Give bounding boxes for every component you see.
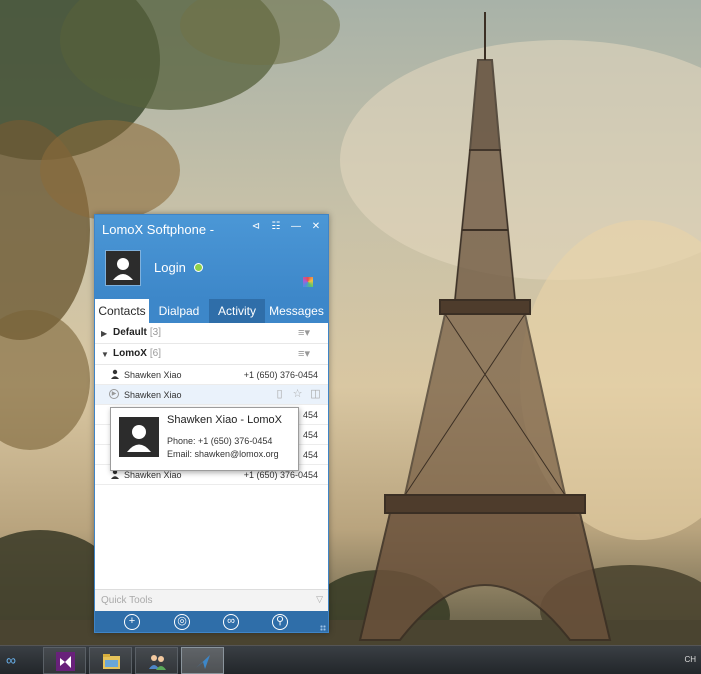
quick-tools-label: Quick Tools [101,595,153,606]
bottom-toolbar: + ◎ ∞ ⚲ [95,611,328,632]
group-label: LomoX [6] [113,348,162,359]
start-button-icon[interactable]: ∞ [6,652,28,668]
group-menu-icon[interactable]: ≡▾ [298,326,310,339]
main-tabs: Contacts Dialpad Activity Messages [95,299,328,323]
close-icon[interactable]: ✕ [308,219,324,235]
window-header: LomoX Softphone - ⊲ ☷ — ✕ Login [95,215,328,299]
taskbar-visual-studio[interactable] [43,647,86,674]
lomox-icon [196,655,210,669]
card-avatar [119,417,159,457]
contact-name: Shawken Xiao [124,470,182,480]
layout-icon[interactable]: ☷ [268,219,284,235]
contact-row-hovered[interactable]: ▶ Shawken Xiao ▯ ☆ ◫ [95,385,328,405]
contacts-icon [149,655,166,670]
card-phone: Phone: +1 (650) 376-0454 [167,436,273,446]
contact-hover-card: Shawken Xiao - LomoX Phone: +1 (650) 376… [110,407,299,471]
caret-right-icon: ▶ [101,329,108,338]
card-title: Shawken Xiao - LomoX [167,414,282,426]
contact-name: Shawken Xiao [124,390,182,400]
quick-tools-bar[interactable]: Quick Tools ▽ [95,589,328,611]
window-title: LomoX Softphone - [102,222,215,237]
link-icon[interactable]: ∞ [223,614,239,630]
contact-phone: 454 [302,450,318,460]
group-menu-icon[interactable]: ≡▾ [298,347,310,360]
language-indicator[interactable]: CH [684,655,696,664]
chevron-down-icon[interactable]: ▽ [316,594,323,605]
group-label: Default [3] [113,327,162,338]
group-default[interactable]: ▶ Default [3] ≡▾ [95,323,328,344]
window-controls: ⊲ ☷ — ✕ [248,219,324,235]
trash-icon[interactable]: ◫ [309,388,322,401]
target-icon[interactable]: ◎ [174,614,190,630]
plus-icon[interactable]: + [124,614,140,630]
tab-activity[interactable]: Activity [209,299,265,323]
file-explorer-icon [103,654,120,669]
taskbar-file-explorer[interactable] [89,647,132,674]
person-icon [113,258,133,280]
contact-phone: +1 (650) 376-0454 [243,370,318,380]
pin-icon[interactable]: ⊲ [248,219,264,235]
tab-contacts[interactable]: Contacts [95,299,149,323]
login-link[interactable]: Login [154,260,186,275]
tab-messages[interactable]: Messages [265,299,328,323]
resize-grip[interactable] [320,625,326,631]
card-email: Email: shawken@lomox.org [167,449,279,459]
taskbar-contacts[interactable] [135,647,178,674]
tab-dialpad[interactable]: Dialpad [149,299,209,323]
play-icon[interactable]: ▶ [109,389,119,399]
info-icon[interactable]: ▯ [273,388,286,401]
caret-down-icon: ▼ [101,350,109,359]
group-lomox[interactable]: ▼ LomoX [6] ≡▾ [95,344,328,365]
contact-phone: 454 [302,430,318,440]
taskbar: ∞ CH [0,645,701,674]
contact-name: Shawken Xiao [124,370,182,380]
theme-palette-icon[interactable] [303,277,313,287]
search-icon[interactable]: ⚲ [272,614,288,630]
avatar[interactable] [105,250,141,286]
person-icon [127,425,151,452]
star-icon[interactable]: ☆ [291,388,304,401]
minimize-icon[interactable]: — [288,219,304,235]
taskbar-lomox[interactable] [181,647,224,674]
contact-row[interactable]: Shawken Xiao +1 (650) 376-0454 [95,365,328,385]
contact-phone: 454 [302,410,318,420]
contact-phone: +1 (650) 376-0454 [243,470,318,480]
visual-studio-icon [56,652,75,671]
row-actions: ▯ ☆ ◫ [273,388,322,401]
person-icon [111,369,119,379]
status-indicator[interactable] [194,263,203,272]
